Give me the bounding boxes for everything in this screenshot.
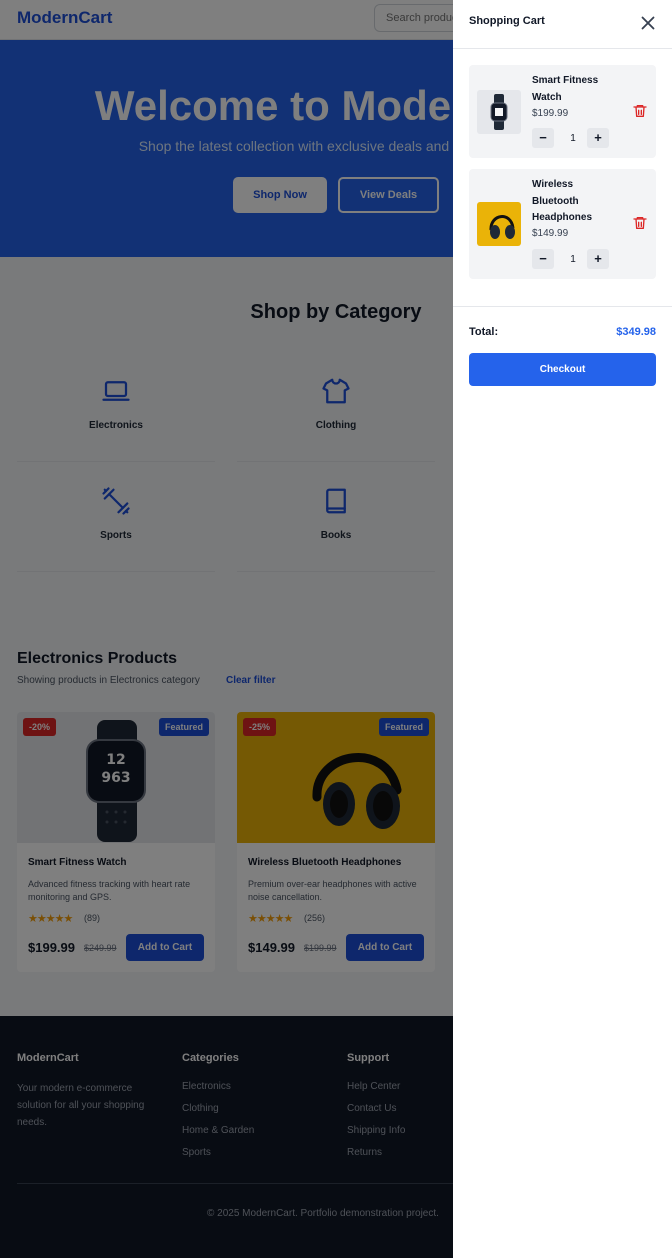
trash-icon <box>633 105 647 117</box>
cart-drawer: Shopping Cart Smart Fitness Watch $199.9… <box>453 0 672 1258</box>
trash-icon <box>633 217 647 229</box>
cart-item-thumbnail-watch <box>477 90 521 134</box>
cart-item-name: Wireless Bluetooth Headphones <box>532 179 593 223</box>
cart-item: Smart Fitness Watch $199.99 − 1 + <box>469 65 656 158</box>
drawer-divider <box>453 306 672 307</box>
cart-item-price: $199.99 <box>532 108 569 119</box>
close-cart-button[interactable] <box>637 12 659 34</box>
remove-item-button[interactable] <box>632 103 648 119</box>
cart-item: Wireless Bluetooth Headphones $149.99 − … <box>469 169 656 279</box>
cart-title: Shopping Cart <box>469 15 545 27</box>
quantity-value: 1 <box>570 133 576 144</box>
close-icon <box>641 16 655 30</box>
drawer-divider <box>453 48 672 49</box>
cart-item-name: Smart Fitness Watch <box>532 75 599 103</box>
checkout-button[interactable]: Checkout <box>469 353 656 386</box>
remove-item-button[interactable] <box>632 215 648 231</box>
cart-total-value: $349.98 <box>616 326 656 338</box>
decrease-quantity-button[interactable]: − <box>532 128 554 148</box>
cart-item-thumbnail-headphones <box>477 202 521 246</box>
increase-quantity-button[interactable]: + <box>587 128 609 148</box>
cart-total-label: Total: <box>469 326 499 338</box>
increase-quantity-button[interactable]: + <box>587 249 609 269</box>
decrease-quantity-button[interactable]: − <box>532 249 554 269</box>
cart-item-price: $149.99 <box>532 228 569 239</box>
quantity-value: 1 <box>570 254 576 265</box>
